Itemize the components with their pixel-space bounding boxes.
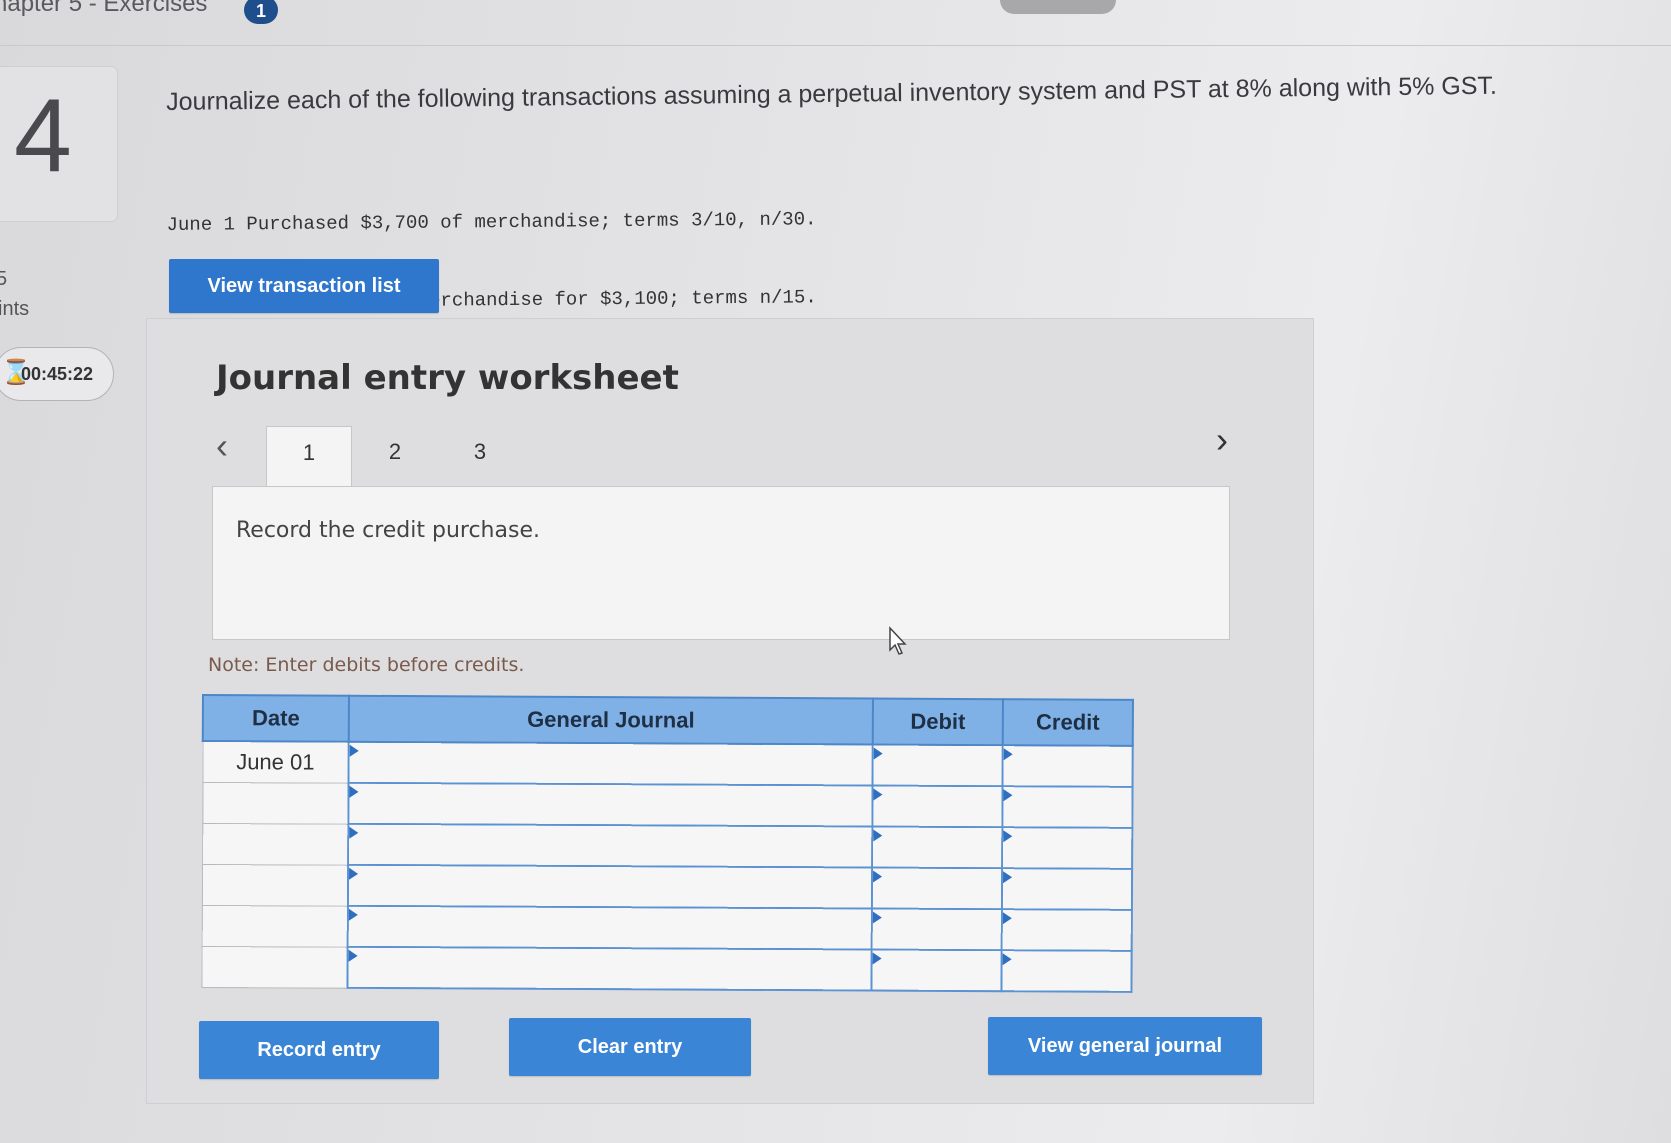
- account-select[interactable]: [348, 782, 873, 827]
- table-row: June 01: [202, 741, 1133, 787]
- debit-input[interactable]: [871, 867, 1003, 910]
- question-prompt: Journalize each of the following transac…: [166, 71, 1498, 116]
- dropdown-marker-icon: [873, 788, 883, 801]
- question-count-badge: 1: [244, 0, 278, 24]
- dropdown-marker-icon: [1003, 789, 1013, 802]
- chevron-right-icon[interactable]: ›: [1216, 422, 1228, 458]
- credit-input[interactable]: [1001, 909, 1132, 951]
- transaction-list: June 1 Purchased $3,700 of merchandise; …: [166, 154, 817, 342]
- dropdown-marker-icon: [349, 785, 359, 798]
- dropdown-marker-icon: [873, 747, 883, 760]
- debit-credit-note: Note: Enter debits before credits.: [208, 654, 525, 676]
- debit-input[interactable]: [872, 744, 1003, 787]
- table-row: [202, 823, 1133, 869]
- top-menu-button[interactable]: [1000, 0, 1116, 14]
- chapter-title: hapter 5 - Exercises: [0, 0, 208, 17]
- top-bar: hapter 5 - Exercises 1: [0, 0, 1671, 46]
- timer[interactable]: ⌛ 00:45:22: [0, 347, 114, 401]
- account-select[interactable]: [347, 905, 872, 950]
- dropdown-marker-icon: [1003, 871, 1013, 884]
- date-cell: [201, 905, 348, 947]
- dropdown-marker-icon: [349, 744, 359, 757]
- column-header-general-journal: General Journal: [348, 695, 873, 745]
- account-select[interactable]: [348, 741, 873, 786]
- credit-input[interactable]: [1002, 786, 1133, 828]
- transaction-date: June 1: [166, 213, 236, 236]
- column-header-date: Date: [202, 695, 349, 742]
- credit-input[interactable]: [1002, 827, 1133, 869]
- transaction-row: June 1 Purchased $3,700 of merchandise; …: [166, 206, 816, 238]
- dropdown-marker-icon: [1003, 830, 1013, 843]
- table-row: [201, 946, 1132, 992]
- dropdown-marker-icon: [873, 829, 883, 842]
- instruction-box: [212, 486, 1230, 640]
- account-select[interactable]: [347, 864, 873, 909]
- credit-input[interactable]: [1002, 745, 1133, 787]
- dropdown-marker-icon: [348, 908, 358, 921]
- date-cell: June 01: [202, 741, 349, 783]
- dropdown-marker-icon: [349, 826, 359, 839]
- table-row: [201, 864, 1133, 910]
- date-cell: [201, 946, 348, 988]
- debit-input[interactable]: [871, 908, 1002, 951]
- dropdown-marker-icon: [349, 867, 359, 880]
- debit-input[interactable]: [871, 949, 1002, 992]
- credit-input[interactable]: [1001, 868, 1133, 910]
- worksheet-title: Journal entry worksheet: [216, 358, 679, 398]
- column-header-credit: Credit: [1002, 699, 1133, 746]
- dropdown-marker-icon: [1002, 953, 1012, 966]
- date-cell: [201, 864, 349, 906]
- date-cell: [202, 823, 349, 865]
- credit-input[interactable]: [1001, 950, 1132, 992]
- dropdown-marker-icon: [1003, 748, 1013, 761]
- view-transaction-list-button[interactable]: View transaction list: [169, 259, 439, 313]
- chevron-left-icon[interactable]: ‹: [216, 428, 228, 464]
- journal-table: Date General Journal Debit Credit June 0…: [200, 694, 1134, 993]
- dropdown-marker-icon: [872, 911, 882, 924]
- dropdown-marker-icon: [348, 949, 358, 962]
- column-header-debit: Debit: [872, 698, 1003, 746]
- table-row: [202, 782, 1133, 828]
- mouse-cursor-icon: [889, 626, 907, 655]
- view-general-journal-button[interactable]: View general journal: [988, 1017, 1262, 1075]
- debit-input[interactable]: [872, 826, 1003, 869]
- debit-input[interactable]: [872, 785, 1003, 828]
- account-select[interactable]: [348, 823, 873, 868]
- dropdown-marker-icon: [873, 870, 883, 883]
- table-row: [201, 905, 1132, 951]
- transaction-text: Purchased $3,700 of merchandise; terms 3…: [246, 208, 817, 236]
- points-label: ints: [0, 298, 30, 320]
- clear-entry-button[interactable]: Clear entry: [509, 1018, 751, 1076]
- instruction-text: Record the credit purchase.: [236, 518, 540, 543]
- points-value: 5: [0, 268, 8, 290]
- account-select[interactable]: [347, 946, 872, 991]
- question-number: 4: [14, 78, 72, 194]
- timer-text: 00:45:22: [21, 364, 94, 384]
- dropdown-marker-icon: [872, 952, 882, 965]
- record-entry-button[interactable]: Record entry: [199, 1021, 439, 1079]
- dropdown-marker-icon: [1002, 912, 1012, 925]
- date-cell: [202, 782, 349, 824]
